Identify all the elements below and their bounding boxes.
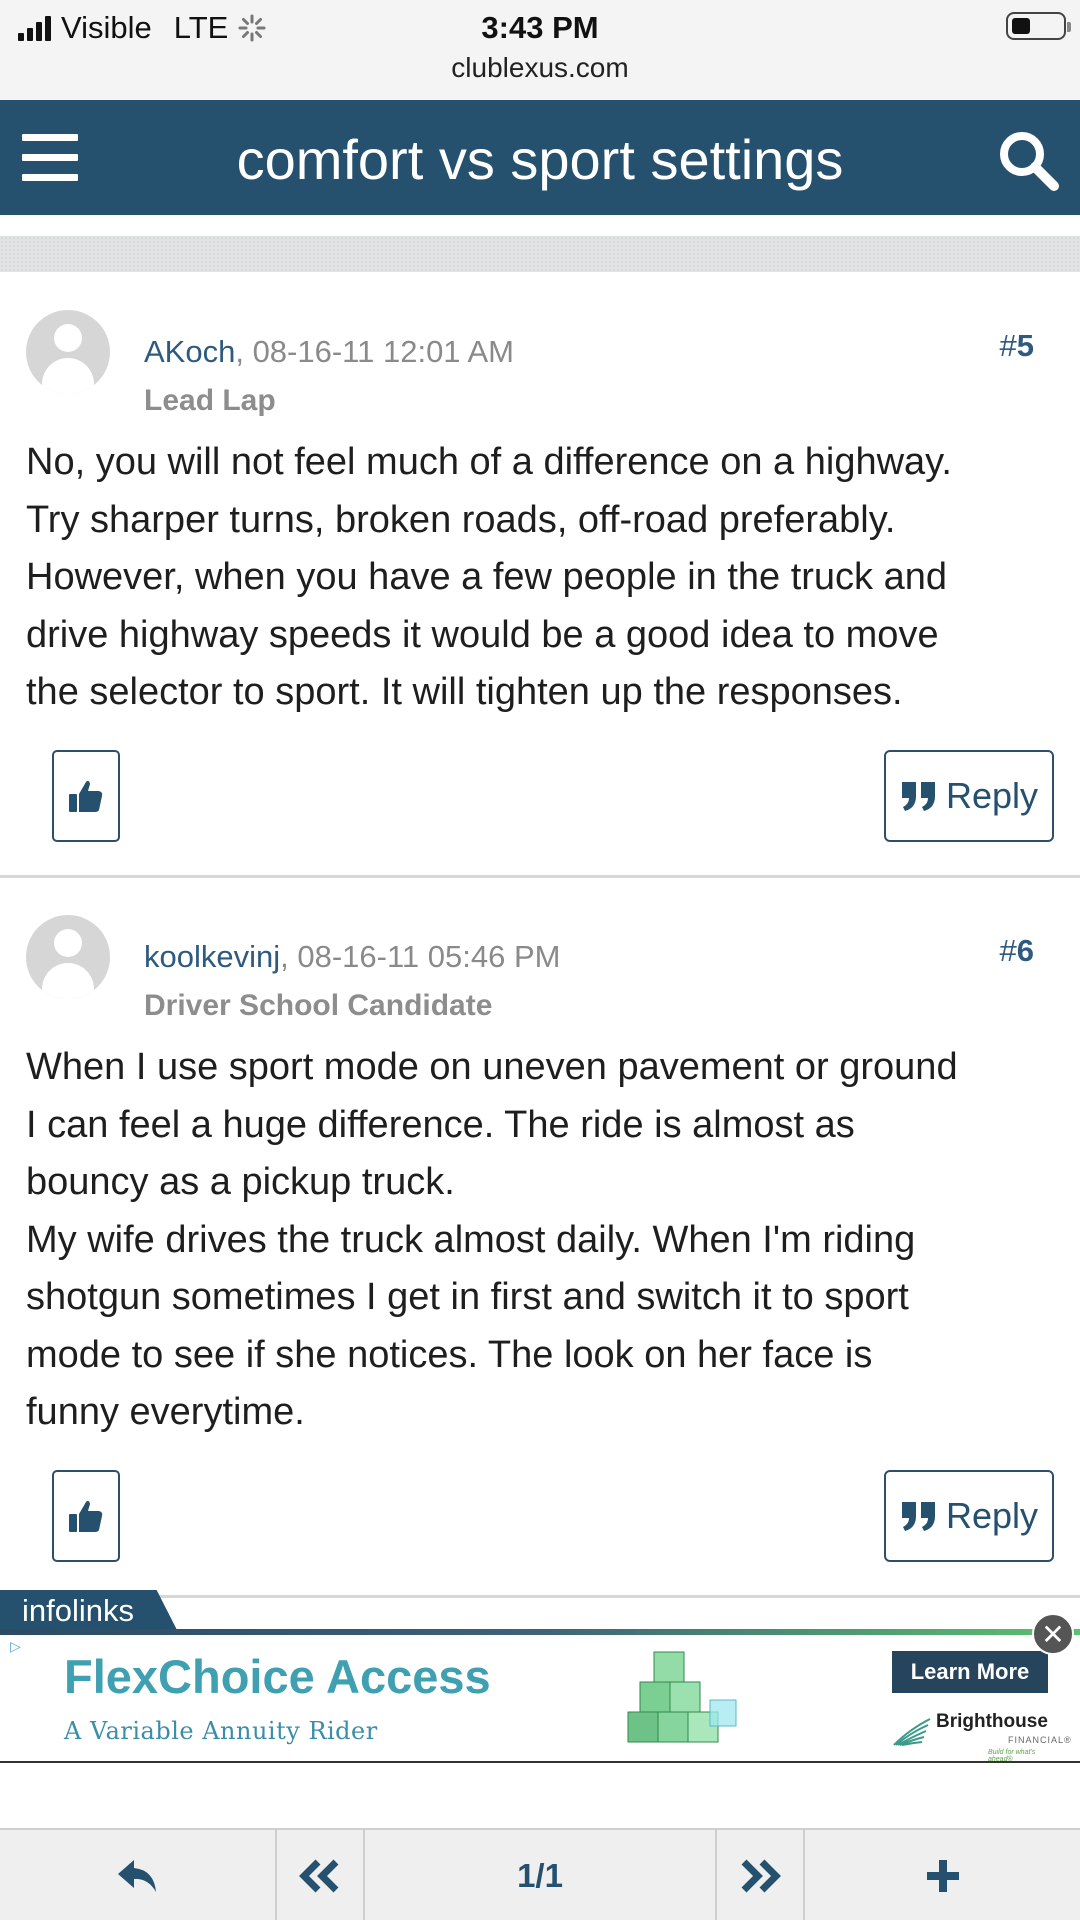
separator-strip xyxy=(0,236,1080,272)
thumbs-up-icon xyxy=(69,1500,103,1532)
learn-more-button[interactable]: Learn More xyxy=(892,1651,1048,1693)
ad-brand-logo[interactable]: Brighthouse FINANCIAL® Build for what's … xyxy=(892,1707,1071,1763)
clock: 3:43 PM xyxy=(481,10,599,45)
message-line: funny everytime. xyxy=(26,1391,305,1433)
ad-network-tab[interactable]: infolinks xyxy=(0,1590,178,1632)
post-5: AKoch, 08-16-11 12:01 AM Lead Lap #5 No,… xyxy=(0,272,1080,872)
page-indicator[interactable]: 1/1 xyxy=(365,1830,715,1920)
thumbs-up-icon xyxy=(69,780,103,812)
message-line: shotgun sometimes I get in first and swi… xyxy=(26,1276,909,1318)
ad-subline[interactable]: A Variable Annuity Rider xyxy=(64,1717,378,1745)
like-button[interactable] xyxy=(52,750,120,842)
user-rank: Driver School Candidate xyxy=(144,989,493,1022)
message-line: My wife drives the truck almost daily. W… xyxy=(26,1218,916,1261)
thread-title: comfort vs sport settings xyxy=(236,128,844,191)
like-button[interactable] xyxy=(52,1470,120,1562)
ad-headline[interactable]: FlexChoice Access xyxy=(64,1649,491,1704)
ad-brand-sub: FINANCIAL® xyxy=(1008,1735,1072,1745)
post-number[interactable]: #5 xyxy=(1000,328,1035,364)
message-line: bouncy as a pickup truck. xyxy=(26,1161,455,1203)
double-left-icon[interactable] xyxy=(277,1830,363,1920)
user-rank: Lead Lap xyxy=(144,384,276,417)
search-icon[interactable] xyxy=(996,128,1060,192)
post-number-value: 5 xyxy=(1016,328,1034,363)
post-date: , 08-16-11 05:46 PM xyxy=(280,939,561,974)
message-line: When I use sport mode on uneven pavement… xyxy=(26,1046,958,1088)
reply-button[interactable]: Reply xyxy=(884,1470,1054,1562)
message-line: drive highway speeds it would be a good … xyxy=(26,613,939,656)
reply-back-icon[interactable] xyxy=(0,1830,275,1920)
cube-stack-image xyxy=(627,1651,737,1743)
avatar[interactable] xyxy=(26,310,110,394)
message-line: mode to see if she notices. The look on … xyxy=(26,1333,873,1376)
post-message: No, you will not feel much of a differen… xyxy=(26,434,1066,722)
reply-button[interactable]: Reply xyxy=(884,750,1054,842)
post-6: koolkevinj, 08-16-11 05:46 PM Driver Sch… xyxy=(0,877,1080,1597)
status-bar: Visible LTE 3:43 PM clublexus.com xyxy=(0,0,1080,100)
avatar[interactable] xyxy=(26,915,110,999)
quote-icon xyxy=(901,1502,935,1531)
message-line: I can feel a huge difference. The ride i… xyxy=(26,1103,855,1146)
message-line: the selector to sport. It will tighten u… xyxy=(26,671,903,713)
ad-brand-tagline: Build for what's ahead® xyxy=(988,1749,1036,1763)
post-message: When I use sport mode on uneven pavement… xyxy=(26,1039,1066,1442)
url-bar[interactable]: clublexus.com xyxy=(0,52,1080,84)
post-date: , 08-16-11 12:01 AM xyxy=(235,334,514,369)
reply-label: Reply xyxy=(945,1495,1039,1536)
post-meta: AKoch, 08-16-11 12:01 AM xyxy=(144,334,514,370)
reply-label: Reply xyxy=(945,775,1039,816)
message-line: Try sharper turns, broken roads, off-roa… xyxy=(26,498,896,541)
ad-choices-icon[interactable]: ▷ xyxy=(10,1638,28,1654)
forum-header: comfort vs sport settings xyxy=(0,100,1080,215)
post-number-prefix: # xyxy=(999,328,1017,363)
post-number-prefix: # xyxy=(999,933,1017,968)
post-meta: koolkevinj, 08-16-11 05:46 PM xyxy=(144,939,560,975)
brighthouse-logo-icon xyxy=(893,1718,931,1746)
ad-close-button[interactable]: ✕ xyxy=(1032,1613,1074,1655)
message-line: However, when you have a few people in t… xyxy=(26,556,948,598)
battery-icon xyxy=(1006,12,1071,40)
double-right-icon[interactable] xyxy=(717,1830,803,1920)
message-line: No, you will not feel much of a differen… xyxy=(26,441,952,483)
ad-brand-name: Brighthouse xyxy=(936,1711,1048,1732)
plus-icon[interactable] xyxy=(805,1830,1080,1920)
bottom-toolbar: 1/1 xyxy=(0,1828,1080,1920)
username[interactable]: AKoch xyxy=(144,334,235,369)
post-divider xyxy=(0,1595,1080,1598)
hamburger-menu-icon[interactable] xyxy=(22,134,78,182)
post-number-value: 6 xyxy=(1016,933,1034,968)
quote-icon xyxy=(901,782,935,811)
username[interactable]: koolkevinj xyxy=(144,939,280,974)
post-number[interactable]: #6 xyxy=(1000,933,1035,969)
